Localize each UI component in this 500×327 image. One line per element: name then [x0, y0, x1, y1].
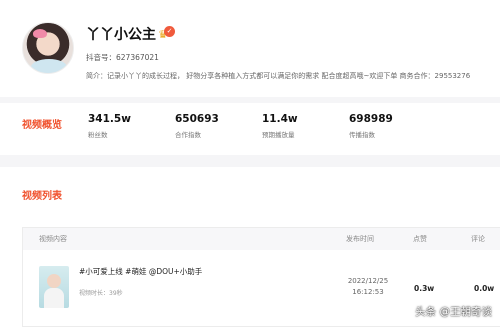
comments-count: 0.0w: [474, 284, 495, 293]
thumbnail-face: [47, 274, 61, 288]
stat-label: 合作指数: [175, 131, 201, 139]
stat-label: 传播指数: [349, 131, 375, 139]
nickname-text: 丫丫小公主: [86, 27, 156, 43]
avatar[interactable]: [22, 22, 74, 74]
column-comments[interactable]: 评论: [471, 234, 485, 244]
watermark: 头条 @王朝奇谈: [415, 306, 492, 318]
video-title[interactable]: #小可爱上线 #萌娃 @DOU+小助手: [79, 266, 202, 277]
column-content: 视频内容: [39, 235, 67, 243]
stat-value: 341.5w: [88, 113, 131, 125]
video-duration: 视频时长：39秒: [79, 290, 123, 297]
profile-card: 丫丫小公主 ♛ ✓ 抖音号：627367021 简介：记录小丫丫的成长过程， 好物…: [0, 0, 500, 97]
stat-cooperation-index: 650693 合作指数: [175, 113, 219, 139]
avatar-bow: [33, 29, 47, 38]
douyin-id: 抖音号：627367021: [86, 53, 159, 62]
video-list-title: 视频列表: [22, 191, 62, 202]
stat-value: 650693: [175, 113, 219, 125]
video-thumbnail[interactable]: [39, 266, 69, 308]
stat-expected-plays: 11.4w 预期播放量: [262, 113, 298, 139]
publish-date: 2022/12/25: [347, 277, 389, 285]
nickname: 丫丫小公主 ♛: [86, 24, 168, 44]
video-list-card: 视频列表 视频内容 发布时间 点赞 评论 #小可爱上线 #萌娃 @DOU+小助手…: [0, 167, 500, 327]
overview-title: 视频概览: [22, 120, 62, 131]
overview-card: 视频概览 341.5w 粉丝数 650693 合作指数 11.4w 预期播放量 …: [0, 103, 500, 155]
column-publish-time[interactable]: 发布时间: [346, 234, 374, 244]
stat-value: 698989: [349, 113, 393, 125]
stat-fans: 341.5w 粉丝数: [88, 113, 131, 139]
table-header: 视频内容 发布时间 点赞 评论: [23, 228, 500, 250]
stat-label: 预期播放量: [262, 131, 295, 139]
publish-time: 16:12:53: [352, 288, 384, 296]
avatar-shirt: [31, 59, 67, 73]
column-likes[interactable]: 点赞: [413, 234, 427, 244]
likes-count: 0.3w: [414, 284, 435, 293]
stat-value: 11.4w: [262, 113, 298, 125]
stat-spread-index: 698989 传播指数: [349, 113, 393, 139]
bio: 简介：记录小丫丫的成长过程， 好物分享各种植入方式都可以满足你的需求 配合度超高…: [86, 72, 471, 80]
verified-badge-icon: ✓: [164, 26, 175, 37]
stat-label: 粉丝数: [88, 131, 108, 139]
thumbnail-body: [44, 288, 64, 308]
